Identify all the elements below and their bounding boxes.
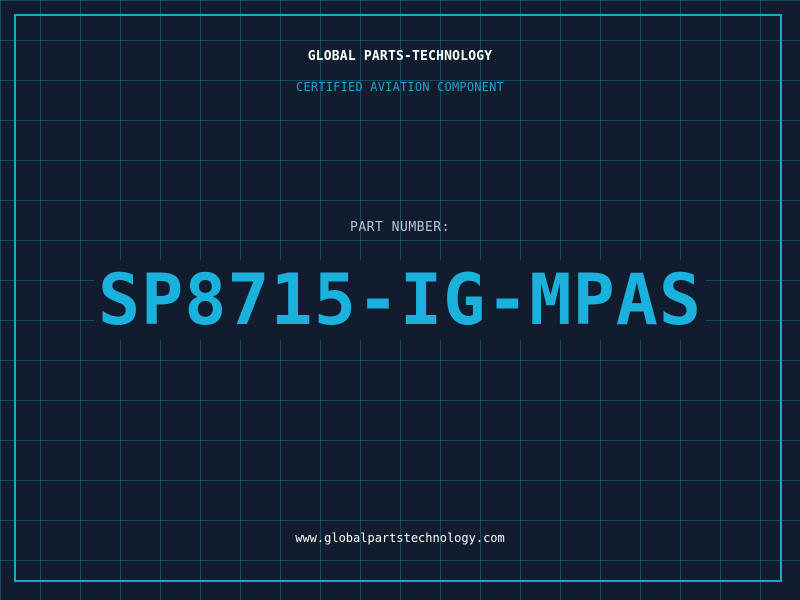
website-url: www.globalpartstechnology.com [295,531,505,545]
part-number-value: SP8715-IG-MPAS [93,260,706,340]
company-name: GLOBAL PARTS-TECHNOLOGY [307,49,493,64]
certification-tagline: CERTIFIED AVIATION COMPONENT [296,80,504,94]
part-label-canvas: GLOBAL PARTS-TECHNOLOGY CERTIFIED AVIATI… [0,0,800,600]
part-number-container: SP8715-IG-MPAS [0,260,800,340]
part-number-label: PART NUMBER: [350,220,450,235]
